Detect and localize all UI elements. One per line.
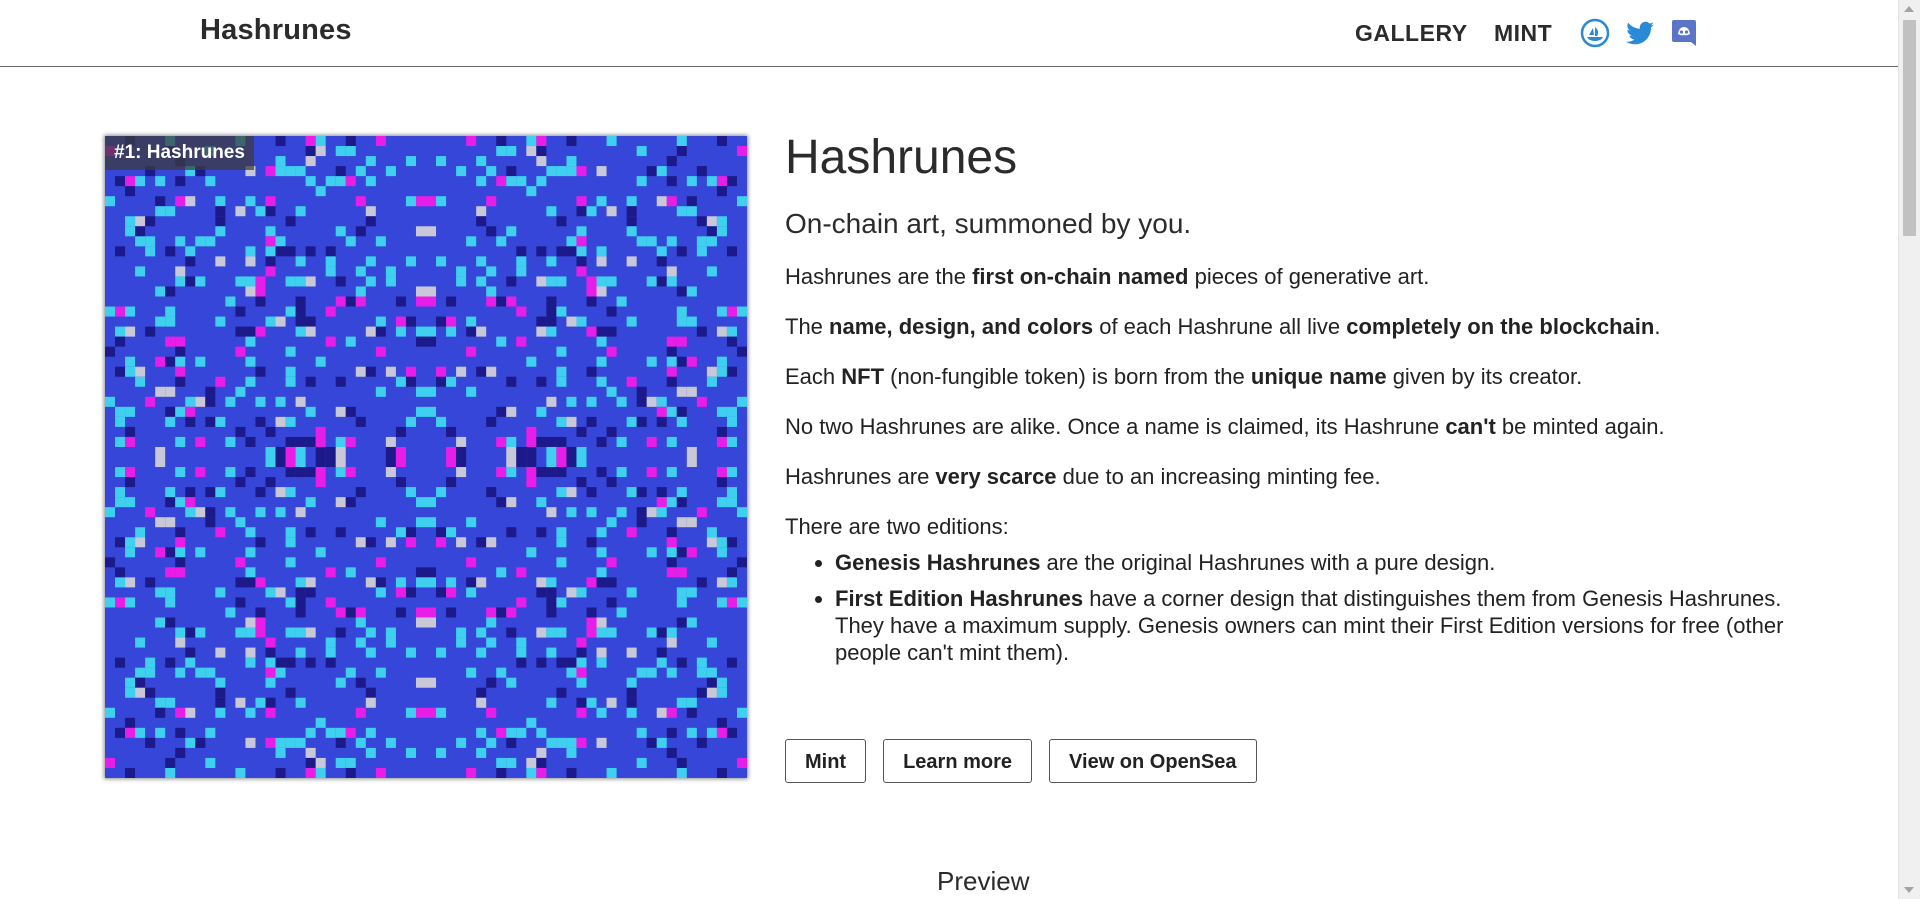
text: Hashrunes are the [785, 264, 973, 289]
emphasis: unique name [1250, 364, 1387, 389]
paragraph-editions-intro: There are two editions: [785, 514, 1009, 539]
text: No two Hashrunes are alike. Once a name … [785, 414, 1446, 439]
emphasis: first on-chain named [972, 264, 1189, 289]
emphasis: NFT [841, 364, 885, 389]
hashrune-artwork[interactable]: #1: Hashrunes [105, 136, 747, 778]
edition-name: Genesis Hashrunes [835, 550, 1041, 575]
vertical-scrollbar[interactable] [1898, 0, 1920, 899]
text: Hashrunes are [785, 464, 936, 489]
emphasis: very scarce [935, 464, 1057, 489]
page: Hashrunes GALLERY MINT #1: Hashrunes Has… [0, 0, 1920, 899]
scrollbar-thumb[interactable] [1903, 20, 1916, 236]
preview-heading: Preview [937, 866, 1030, 896]
list-item-genesis: Genesis Hashrunes are the original Hashr… [835, 549, 1785, 576]
paragraph-on-blockchain: The name, design, and colors of each Has… [785, 314, 1785, 340]
paragraph-scarce: Hashrunes are very scarce due to an incr… [785, 464, 1785, 490]
nav-gallery-link[interactable]: GALLERY [1355, 20, 1468, 47]
discord-icon[interactable] [1670, 18, 1700, 48]
list-item-first-edition: First Edition Hashrunes have a corner de… [835, 585, 1785, 666]
edition-description: are the original Hashrunes with a pure d… [1040, 550, 1496, 575]
page-title: Hashrunes [785, 131, 1018, 184]
twitter-icon[interactable] [1624, 18, 1654, 48]
editions-list: Genesis Hashrunes are the original Hashr… [785, 549, 1785, 666]
learn-more-button[interactable]: Learn more [883, 739, 1033, 783]
artwork-caption: #1: Hashrunes [105, 136, 254, 170]
action-buttons: Mint Learn more View on OpenSea [785, 739, 1274, 783]
text: pieces of generative art. [1188, 264, 1430, 289]
text: be minted again. [1495, 414, 1665, 439]
page-subtitle: On-chain art, summoned by you. [785, 208, 1192, 239]
paragraph-unique: No two Hashrunes are alike. Once a name … [785, 414, 1785, 440]
paragraph-first-named: Hashrunes are the first on-chain named p… [785, 264, 1785, 290]
text: . [1654, 314, 1661, 339]
text: given by its creator. [1386, 364, 1583, 389]
text: due to an increasing minting fee. [1056, 464, 1381, 489]
text: Each [785, 364, 842, 389]
paragraph-nft: Each NFT (non-fungible token) is born fr… [785, 364, 1785, 390]
view-on-opensea-button[interactable]: View on OpenSea [1049, 739, 1257, 783]
scroll-down-arrow-icon[interactable] [1904, 887, 1914, 893]
scroll-up-arrow-icon[interactable] [1904, 6, 1914, 12]
brand-logo-link[interactable]: Hashrunes [200, 14, 352, 47]
edition-name: First Edition Hashrunes [835, 586, 1084, 611]
text: The [785, 314, 830, 339]
mint-button[interactable]: Mint [785, 739, 867, 783]
emphasis: name, design, and colors [829, 314, 1094, 339]
nav-mint-link[interactable]: MINT [1494, 20, 1552, 47]
text: (non-fungible token) is born from the [884, 364, 1251, 389]
top-navbar: Hashrunes GALLERY MINT [0, 0, 1899, 67]
opensea-icon[interactable] [1580, 18, 1610, 48]
emphasis: completely on the blockchain [1346, 314, 1655, 339]
emphasis: can't [1445, 414, 1496, 439]
intro-section: Hashrunes On-chain art, summoned by you.… [785, 126, 1785, 666]
artwork-pattern [105, 136, 747, 778]
text: of each Hashrune all live [1093, 314, 1347, 339]
